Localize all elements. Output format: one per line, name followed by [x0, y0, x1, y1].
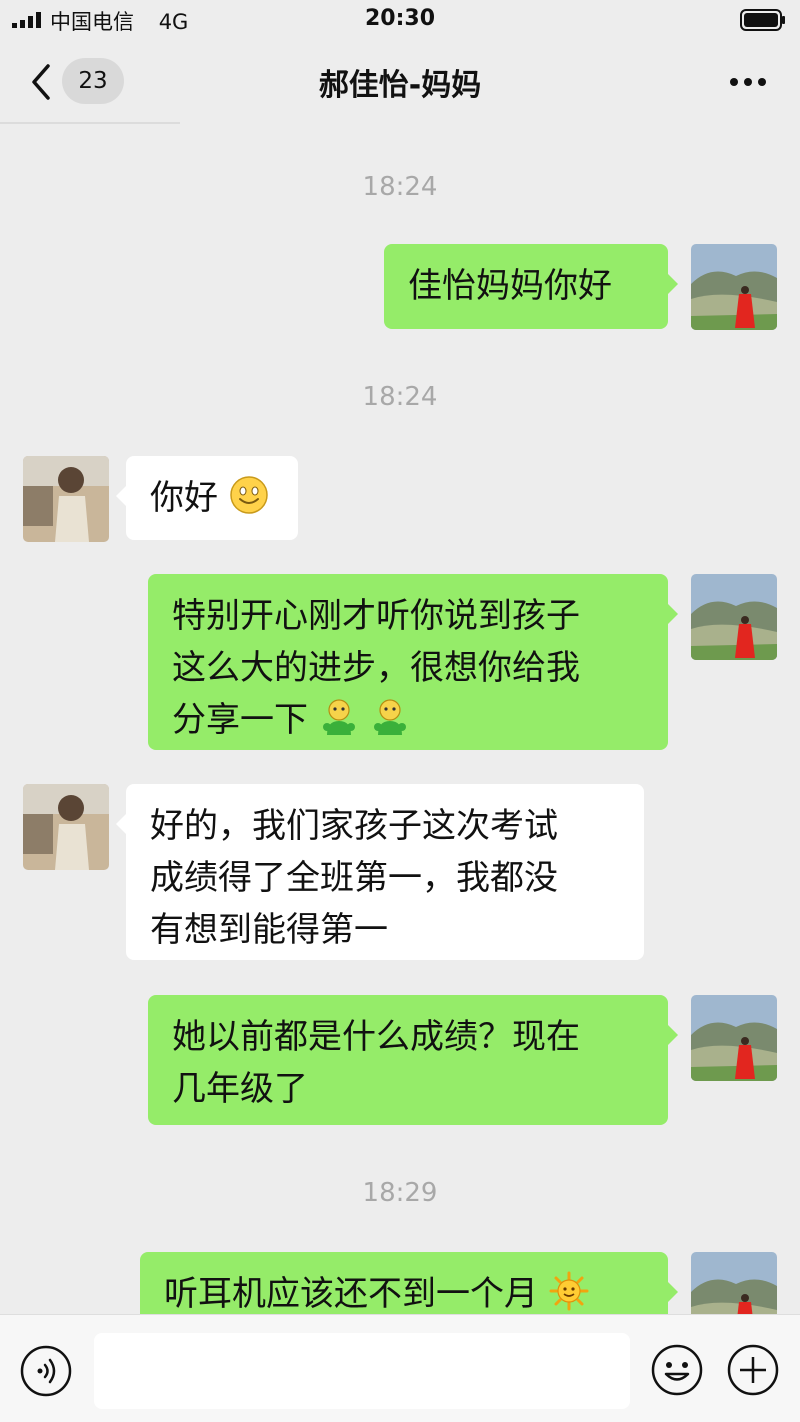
my-message-bubble[interactable]: 特别开心刚才听你说到孩子 这么大的进步，很想你给我 分享一下: [148, 574, 678, 750]
status-time: 20:30: [364, 6, 436, 31]
message-text: 听耳机应该还不到一个月: [164, 1274, 538, 1314]
message-line: 这么大的进步，很想你给我: [172, 648, 580, 688]
message-line: 分享一下: [172, 700, 308, 740]
chat-title: 郝佳怡-妈妈: [318, 68, 482, 103]
landscape-photo: [691, 574, 777, 660]
landscape-photo: [691, 244, 777, 330]
message-line: 她以前都是什么成绩？现在: [172, 1017, 580, 1057]
message-line: 好的，我们家孩子这次考试: [150, 806, 558, 846]
unread-badge[interactable]: 23: [62, 58, 124, 104]
timestamp: 18:24: [362, 382, 438, 412]
plus-icon[interactable]: [726, 1343, 780, 1397]
girl-photo: [23, 784, 109, 870]
girl-photo: [23, 456, 109, 542]
message-text: 你好: [150, 478, 218, 518]
input-bar: [0, 1314, 800, 1422]
contact-avatar[interactable]: [23, 784, 109, 870]
green-person-emoji-icon: [322, 699, 355, 735]
emoji-icon[interactable]: [650, 1343, 704, 1397]
nav-divider: [0, 122, 180, 124]
landscape-photo: [691, 995, 777, 1081]
voice-icon[interactable]: [20, 1345, 72, 1397]
message-line: 成绩得了全班第一，我都没: [150, 858, 558, 898]
my-avatar[interactable]: [691, 574, 777, 660]
message-line: 几年级了: [172, 1069, 308, 1109]
battery-icon: [740, 9, 785, 31]
my-avatar[interactable]: [691, 244, 777, 330]
smile-emoji-icon: [230, 476, 268, 514]
back-chevron-icon[interactable]: [26, 62, 56, 102]
green-person-emoji-icon: [373, 699, 406, 735]
my-avatar[interactable]: [691, 995, 777, 1081]
message-input[interactable]: [94, 1333, 630, 1409]
contact-avatar[interactable]: [23, 456, 109, 542]
contact-message-bubble[interactable]: 你好: [116, 456, 298, 540]
nav-bar: 23 郝佳怡-妈妈: [0, 40, 800, 124]
my-message-bubble[interactable]: 佳怡妈妈你好: [384, 244, 678, 329]
contact-message-bubble[interactable]: 好的，我们家孩子这次考试 成绩得了全班第一，我都没 有想到能得第一: [116, 784, 644, 960]
timestamp: 18:29: [362, 1178, 438, 1208]
my-message-bubble[interactable]: 她以前都是什么成绩？现在 几年级了: [148, 995, 678, 1125]
sun-emoji-icon: [549, 1271, 589, 1311]
message-text: 佳怡妈妈你好: [408, 266, 612, 306]
timestamp: 18:24: [362, 172, 438, 202]
message-line: 特别开心刚才听你说到孩子: [172, 596, 580, 636]
status-bar: 中国电信 4G 20:30: [0, 0, 800, 40]
message-line: 有想到能得第一: [150, 910, 388, 950]
more-icon[interactable]: [726, 62, 770, 102]
